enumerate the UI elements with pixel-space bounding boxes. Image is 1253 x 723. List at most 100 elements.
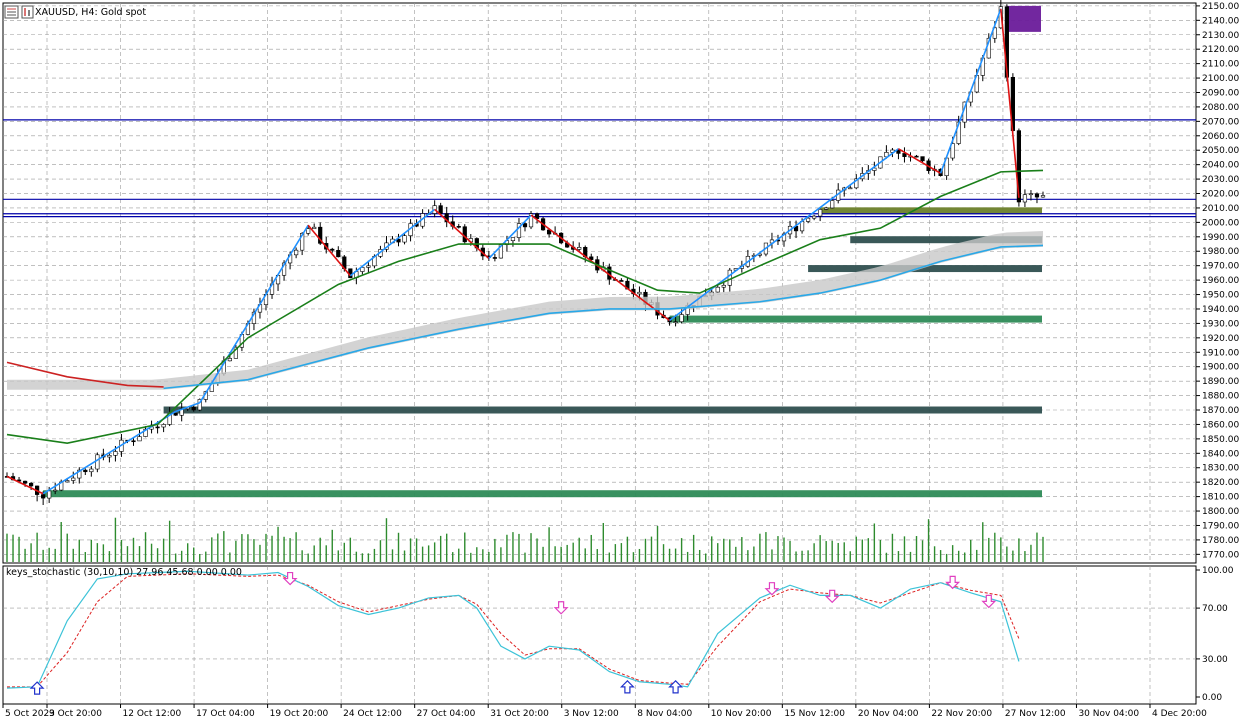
- time-tick-label: 27 Nov 12:00: [1005, 709, 1066, 719]
- time-tick-label: 15 Nov 12:00: [784, 709, 845, 719]
- candle-body: [131, 440, 136, 443]
- candle-body: [71, 477, 76, 481]
- price-tick-label: 1960.00: [1202, 276, 1239, 286]
- price-tick-label: 1930.00: [1202, 319, 1239, 329]
- candle-body: [805, 217, 811, 222]
- chart-window-icon[interactable]: [4, 5, 19, 19]
- candle-body: [1040, 195, 1046, 198]
- price-tick-label: 1920.00: [1202, 334, 1239, 344]
- price-tick-label: 2030.00: [1202, 175, 1239, 185]
- price-tick-label: 1990.00: [1202, 233, 1239, 243]
- candle-body: [619, 280, 624, 282]
- candle-body: [155, 426, 160, 429]
- chart-header: XAUUSD, H4: Gold spot: [4, 5, 146, 19]
- candle-body: [95, 454, 100, 470]
- price-tick-label: 2040.00: [1202, 161, 1239, 171]
- candle-body: [727, 269, 732, 286]
- candle-body: [89, 468, 94, 473]
- time-tick-label: 4 Dec 20:00: [1152, 709, 1207, 719]
- price-tick-label: 1800.00: [1202, 507, 1239, 517]
- candle-body: [330, 248, 335, 251]
- price-tick-label: 1890.00: [1202, 377, 1239, 387]
- price-tick-label: 1880.00: [1202, 392, 1239, 402]
- price-tick-label: 2080.00: [1202, 103, 1239, 113]
- price-tick-label: 1790.00: [1202, 521, 1239, 531]
- price-tick-label: 2000.00: [1202, 218, 1239, 228]
- candle-body: [679, 314, 684, 323]
- trading-chart[interactable]: 2150.00 2140.00 2130.00 2120.00 2110.00 2100.…: [0, 0, 1253, 723]
- time-tick-label: 24 Oct 12:00: [343, 709, 402, 719]
- candle-body: [294, 249, 299, 256]
- candle-body: [107, 455, 112, 458]
- price-tick-label: 1900.00: [1202, 363, 1239, 373]
- candle-body: [830, 200, 835, 209]
- price-tick-label: 2010.00: [1202, 204, 1239, 214]
- time-tick-label: 19 Oct 20:00: [270, 709, 329, 719]
- price-zone: [163, 406, 1043, 414]
- stochastic-tick-label: 100.00: [1202, 566, 1234, 576]
- time-tick-label: 27 Oct 04:00: [417, 709, 476, 719]
- price-zone: [43, 490, 1043, 498]
- candle-body: [306, 228, 311, 234]
- price-tick-label: 1840.00: [1202, 449, 1239, 459]
- candle-body: [113, 451, 118, 456]
- candle-body: [83, 469, 88, 473]
- candle-body: [312, 226, 317, 230]
- price-tick-label: 1910.00: [1202, 348, 1239, 358]
- candle-body: [65, 480, 70, 483]
- price-tick-label: 1770.00: [1202, 550, 1239, 560]
- candle-body: [848, 187, 853, 190]
- symbol-icon[interactable]: [21, 5, 34, 19]
- price-tick-label: 1830.00: [1202, 464, 1239, 474]
- candle-body: [721, 284, 726, 288]
- candle-body: [336, 250, 341, 258]
- candle-body: [824, 207, 829, 210]
- price-tick-label: 2120.00: [1202, 45, 1239, 55]
- time-tick-label: 8 Nov 04:00: [637, 709, 692, 719]
- price-tick-label: 2020.00: [1202, 190, 1239, 200]
- price-zone: [1006, 5, 1041, 32]
- price-zone: [669, 315, 1042, 323]
- price-tick-label: 2060.00: [1202, 132, 1239, 142]
- price-tick-label: 2090.00: [1202, 88, 1239, 98]
- candle-body: [577, 247, 582, 250]
- price-tick-label: 1820.00: [1202, 478, 1239, 488]
- chart-title: XAUUSD, H4: Gold spot: [35, 7, 146, 18]
- stochastic-tick-label: 70.00: [1202, 604, 1228, 614]
- candle-body: [28, 482, 34, 487]
- candle-body: [456, 226, 461, 228]
- price-tick-label: 2130.00: [1202, 31, 1239, 41]
- candle-body: [920, 156, 925, 162]
- candle-body: [438, 205, 443, 214]
- candle-body: [53, 489, 58, 492]
- candle-body: [462, 226, 467, 243]
- candle-body: [191, 406, 196, 411]
- time-tick-label: 30 Nov 04:00: [1078, 709, 1139, 719]
- price-tick-label: 2110.00: [1202, 60, 1239, 70]
- time-tick-label: 3 Nov 12:00: [564, 709, 619, 719]
- indicator-label: keys_stochastic (30,10,10) 27.96 45.68 0…: [6, 567, 242, 578]
- candle-body: [402, 235, 407, 243]
- price-tick-label: 1860.00: [1202, 420, 1239, 430]
- time-tick-label: 17 Oct 04:00: [196, 709, 255, 719]
- candle-body: [22, 480, 28, 484]
- price-tick-label: 1870.00: [1202, 406, 1239, 416]
- price-tick-label: 1780.00: [1202, 536, 1239, 546]
- time-tick-label: 10 Nov 20:00: [711, 709, 772, 719]
- price-tick-label: 2150.00: [1202, 2, 1239, 12]
- candle-body: [492, 257, 497, 259]
- time-tick-label: 22 Nov 20:00: [931, 709, 992, 719]
- price-tick-label: 2140.00: [1202, 16, 1239, 26]
- price-tick-label: 1810.00: [1202, 493, 1239, 503]
- time-tick-label: 12 Oct 12:00: [123, 709, 182, 719]
- price-tick-label: 1950.00: [1202, 291, 1239, 301]
- candle-body: [161, 424, 166, 428]
- candle-body: [47, 490, 52, 499]
- price-tick-label: 2100.00: [1202, 74, 1239, 84]
- candle-body: [227, 358, 232, 362]
- candle-body: [914, 155, 919, 158]
- candle-body: [673, 321, 678, 324]
- candle-body: [366, 265, 371, 268]
- price-tick-label: 2050.00: [1202, 146, 1239, 156]
- candle-body: [137, 436, 142, 442]
